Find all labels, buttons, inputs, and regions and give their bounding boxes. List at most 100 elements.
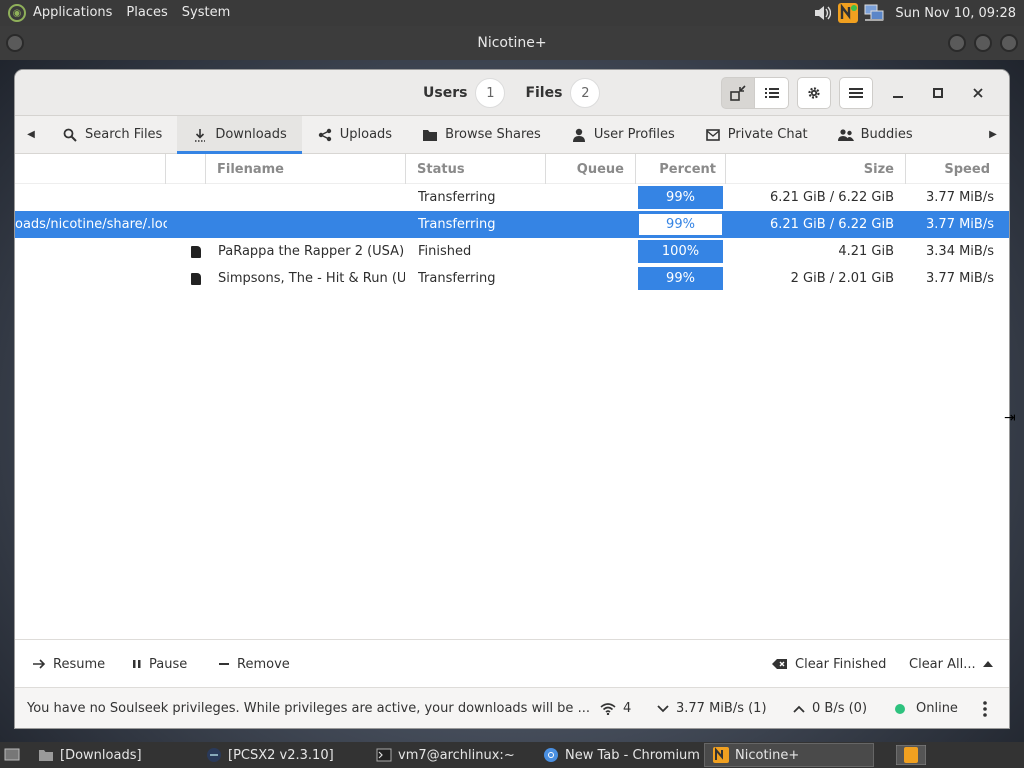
taskbar-item-terminal[interactable]: vm7@archlinux:~ [368,743,523,767]
download-row[interactable]: Simpsons, The - Hit & Run (US Transferri… [15,265,1009,292]
close-icon [973,88,983,98]
clear-finished-label: Clear Finished [795,656,887,672]
download-speed-indicator[interactable]: 3.77 MiB/s (1) [657,688,767,728]
menu-places[interactable]: Places [119,0,174,26]
tab-uploads[interactable]: Uploads [302,116,407,154]
nicotine-tray-icon[interactable] [837,2,859,24]
pcsx2-icon [206,747,222,763]
tab-private-chat[interactable]: Private Chat [690,116,823,154]
workspace-switcher[interactable] [892,743,930,767]
preferences-button[interactable] [797,77,831,109]
clear-finished-button[interactable]: Clear Finished [772,640,886,688]
files-count-badge: 2 [570,78,601,108]
close-button[interactable] [963,78,993,108]
resize-cursor-icon: ⇥ [1004,410,1016,426]
online-dot-icon [895,703,905,714]
window-maximize-button[interactable] [974,34,992,52]
row-size: 6.21 GiB / 6.22 GiB [769,217,894,232]
row-size: 2 GiB / 2.01 GiB [790,271,894,286]
column-header-speed[interactable]: Speed [905,154,1005,184]
tab-label: Search Files [85,127,163,142]
collapse-icon [730,85,746,101]
network-icon[interactable] [863,2,885,24]
pause-icon [133,660,141,668]
minimize-button[interactable] [883,78,913,108]
download-icon [192,127,208,143]
taskbar-item-chromium[interactable]: New Tab - Chromium [535,743,708,767]
window-titlebar[interactable]: Nicotine+ [0,26,1024,60]
downloads-column-header: Filename Status Queue Percent Size Speed [15,154,1009,184]
column-header-icon[interactable] [165,154,205,184]
tab-search-files[interactable]: Search Files [47,116,177,154]
remove-button[interactable]: Remove [218,640,290,688]
tab-label: Buddies [860,127,913,142]
desktop-icon [4,747,20,763]
tab-label: User Profiles [593,127,675,142]
tab-label: Downloads [215,127,287,142]
row-filename: Simpsons, The - Hit & Run (US [218,271,405,286]
tab-downloads[interactable]: Downloads [177,115,303,154]
clear-all-button[interactable]: Clear All... [909,640,993,688]
clock[interactable]: Sun Nov 10, 09:28 [887,6,1024,21]
main-tab-strip: ◀ Search Files Downloads Uploads Browse … [15,115,1009,154]
taskbar-item-downloads[interactable]: [Downloads] [30,743,150,767]
row-progress-bar: 100% [638,240,723,263]
list-icon [764,88,779,98]
download-row[interactable]: Transferring 99% 6.21 GiB / 6.22 GiB 3.7… [15,184,1009,211]
terminal-icon [376,747,392,763]
upload-speed-indicator[interactable]: 0 B/s (0) [793,688,867,728]
window-minimize-button[interactable] [948,34,966,52]
taskbar-label: New Tab - Chromium [565,747,700,763]
show-desktop-button[interactable] [0,743,28,767]
minimize-icon [893,96,903,98]
maximize-button[interactable] [923,78,953,108]
taskbar-label: [Downloads] [60,747,142,763]
list-view-button[interactable] [755,77,789,109]
chevron-down-icon [657,704,669,712]
tab-user-profiles[interactable]: User Profiles [556,116,690,154]
resume-button[interactable]: Resume [32,640,105,688]
row-progress-bar: 99% [638,186,723,209]
connections-indicator[interactable]: 4 [600,688,631,728]
clear-all-label: Clear All... [909,656,976,672]
menu-applications[interactable]: Applications [26,0,119,26]
pause-label: Pause [149,656,188,672]
online-status-indicator[interactable]: Online [895,688,958,728]
tab-label: Private Chat [727,127,808,142]
column-header-status[interactable]: Status [405,154,545,184]
row-status: Finished [418,244,472,259]
download-row-selected[interactable]: oads/nicotine/share/.loc Transferring 99… [15,211,1009,238]
collapse-view-button[interactable] [721,77,755,109]
main-menu-button[interactable] [839,77,873,109]
gear-icon [808,87,820,99]
resume-label: Resume [53,656,106,672]
system-tray: Sun Nov 10, 09:28 [809,0,1024,26]
download-row[interactable]: PaRappa the Rapper 2 (USA) (E Finished 1… [15,238,1009,265]
tab-browse-shares[interactable]: Browse Shares [407,116,556,154]
nicotine-icon [713,747,729,763]
window-close-button[interactable] [1000,34,1018,52]
wifi-icon [600,702,616,715]
applications-logo-icon[interactable]: ◉ [8,4,26,22]
column-header-percent[interactable]: Percent [635,154,725,184]
tabs-scroll-right-button[interactable]: ▶ [977,116,1009,154]
pause-button[interactable]: Pause [132,640,187,688]
users-label: Users [423,85,468,101]
status-menu-button[interactable] [983,688,987,728]
tabs-scroll-left-button[interactable]: ◀ [15,116,47,154]
share-icon [317,127,333,143]
column-header-queue[interactable]: Queue [545,154,635,184]
connections-count: 4 [623,701,632,716]
column-header-size[interactable]: Size [725,154,905,184]
column-header-filename[interactable]: Filename [205,154,405,184]
menu-system[interactable]: System [175,0,237,26]
row-status: Transferring [418,271,496,286]
file-icon [191,238,205,265]
row-status: Transferring [418,217,496,232]
taskbar-item-pcsx2[interactable]: [PCSX2 v2.3.10] [198,743,342,767]
headerbar-counters: Users 1 Files 2 [423,78,620,108]
taskbar-item-nicotine[interactable]: Nicotine+ [704,743,874,767]
tab-buddies[interactable]: Buddies [823,116,928,154]
window-menu-button[interactable] [6,34,24,52]
volume-icon[interactable] [811,2,833,24]
